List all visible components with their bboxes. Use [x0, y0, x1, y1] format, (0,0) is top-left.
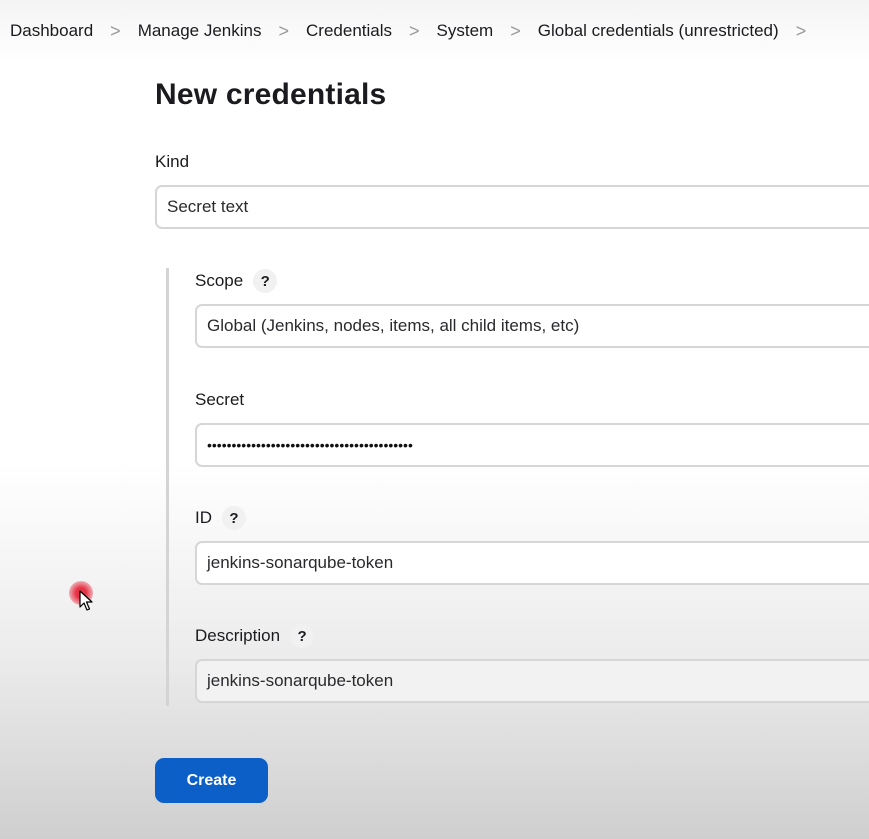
description-input[interactable]: jenkins-sonarqube-token — [195, 659, 869, 703]
help-icon[interactable]: ? — [222, 506, 246, 530]
chevron-right-icon[interactable]: > — [510, 21, 521, 42]
description-label-text: Description — [195, 626, 281, 645]
help-icon[interactable]: ? — [253, 269, 278, 293]
id-label-text: ID — [195, 508, 212, 527]
page-title: New credentials — [155, 78, 387, 111]
chevron-right-icon[interactable]: > — [409, 21, 420, 42]
breadcrumb-global-credentials[interactable]: Global credentials (unrestricted) — [538, 21, 779, 41]
mouse-cursor-icon — [79, 590, 93, 611]
secret-input-value: ••••••••••••••••••••••••••••••••••••••••… — [207, 437, 413, 453]
description-input-value: jenkins-sonarqube-token — [207, 671, 394, 690]
form-group-divider — [166, 268, 169, 706]
secret-input[interactable]: ••••••••••••••••••••••••••••••••••••••••… — [195, 423, 869, 467]
scope-label-text: Scope — [195, 271, 244, 290]
secret-label: Secret — [195, 390, 244, 410]
breadcrumb-manage-jenkins[interactable]: Manage Jenkins — [138, 21, 262, 41]
help-icon[interactable]: ? — [290, 624, 315, 648]
id-input[interactable]: jenkins-sonarqube-token — [195, 541, 869, 585]
id-input-value: jenkins-sonarqube-token — [207, 553, 394, 572]
kind-label-text: Kind — [155, 152, 190, 171]
scope-select[interactable]: Global (Jenkins, nodes, items, all child… — [195, 304, 869, 348]
breadcrumb-system[interactable]: System — [437, 21, 494, 41]
chevron-right-icon[interactable]: > — [110, 21, 121, 42]
breadcrumb: Dashboard > Manage Jenkins > Credentials… — [0, 0, 869, 62]
description-label: Description ? — [195, 624, 315, 648]
kind-select-value: Secret text — [167, 197, 249, 216]
scope-label: Scope ? — [195, 269, 278, 293]
chevron-right-icon[interactable]: > — [279, 21, 290, 42]
chevron-right-icon[interactable]: > — [796, 21, 807, 42]
kind-select[interactable]: Secret text — [155, 185, 869, 229]
breadcrumb-dashboard[interactable]: Dashboard — [10, 21, 93, 41]
breadcrumb-credentials[interactable]: Credentials — [306, 21, 392, 41]
id-label: ID ? — [195, 506, 246, 530]
kind-label: Kind — [155, 152, 189, 172]
create-button[interactable]: Create — [155, 758, 268, 803]
scope-select-value: Global (Jenkins, nodes, items, all child… — [207, 316, 580, 335]
secret-label-text: Secret — [195, 390, 245, 409]
